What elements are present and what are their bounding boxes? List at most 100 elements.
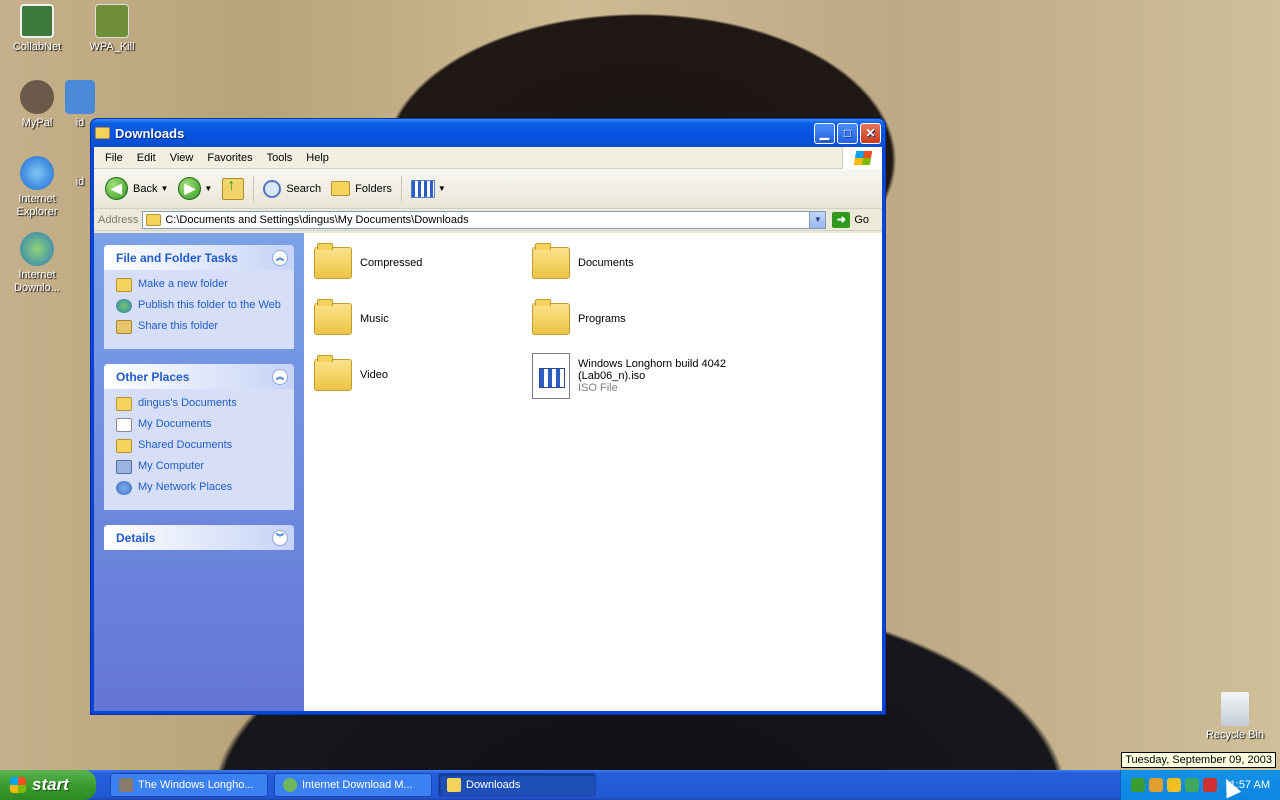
- forward-arrow-icon: ▶: [178, 177, 202, 200]
- task-label: Internet Download M...: [302, 779, 413, 791]
- menu-file[interactable]: File: [98, 152, 130, 164]
- desktop-icon-label: WPA_Kill: [89, 41, 135, 53]
- computer-icon: [65, 80, 95, 114]
- address-input[interactable]: C:\Documents and Settings\dingus\My Docu…: [142, 210, 827, 229]
- shield-tray-icon[interactable]: [1167, 778, 1181, 792]
- desktop-icon-label: Internet Explorer: [16, 193, 58, 218]
- taskbar-item-downloads[interactable]: Downloads: [438, 773, 596, 797]
- desktop-icon-label: id: [75, 176, 85, 188]
- views-dropdown-icon: ▼: [437, 184, 446, 193]
- toolbar-separator: [253, 175, 255, 202]
- address-dropdown-icon[interactable]: ▼: [809, 211, 826, 228]
- taskbar-item-internet-download[interactable]: Internet Download M...: [274, 773, 432, 797]
- window-title: Downloads: [115, 125, 185, 141]
- menu-favorites[interactable]: Favorites: [200, 152, 259, 164]
- menu-tools[interactable]: Tools: [260, 152, 300, 164]
- start-button[interactable]: start: [0, 770, 96, 800]
- file-name: Music: [360, 313, 389, 325]
- make-new-folder-link[interactable]: Make a new folder: [116, 278, 282, 292]
- menu-help[interactable]: Help: [299, 152, 336, 164]
- up-button[interactable]: [217, 177, 249, 200]
- shared-documents-link[interactable]: Shared Documents: [116, 439, 282, 453]
- file-item-programs[interactable]: Programs: [532, 299, 626, 335]
- windows-logo: [842, 146, 882, 169]
- folder-up-icon: [222, 177, 245, 200]
- link-label: My Documents: [138, 418, 212, 430]
- my-documents-link[interactable]: My Documents: [116, 418, 282, 432]
- file-item-longhorn-iso[interactable]: Windows Longhorn build 4042 (Lab06_n).is…: [532, 353, 728, 399]
- folder-icon: [532, 299, 570, 335]
- share-folder-icon: [116, 320, 132, 334]
- folder-icon: [447, 778, 461, 792]
- taskbar-item-windows-longhorn[interactable]: The Windows Longho...: [110, 773, 268, 797]
- close-icon: ✕: [865, 126, 876, 140]
- folder-icon: [314, 299, 352, 335]
- panel-header[interactable]: Details ︾: [104, 525, 294, 550]
- new-folder-icon: [116, 278, 132, 292]
- dingus-documents-link[interactable]: dingus's Documents: [116, 397, 282, 411]
- panel-header[interactable]: Other Places ︽: [104, 364, 294, 389]
- shared-folder-icon: [116, 439, 132, 453]
- folders-button[interactable]: Folders: [326, 181, 397, 196]
- back-label: Back: [133, 182, 158, 195]
- globe-download-icon: [20, 232, 54, 266]
- network-icon: [116, 481, 132, 495]
- desktop-icon-wpa-kill[interactable]: WPA_Kill: [75, 4, 149, 54]
- my-network-places-link[interactable]: My Network Places: [116, 481, 282, 495]
- windows-flag-icon: [10, 777, 26, 793]
- search-button[interactable]: Search: [258, 179, 326, 198]
- file-item-documents[interactable]: Documents: [532, 243, 634, 279]
- file-item-music[interactable]: Music: [314, 299, 389, 335]
- publish-folder-link[interactable]: Publish this folder to the Web: [116, 299, 282, 313]
- desktop-icon-collabnet[interactable]: CollabNet: [0, 4, 74, 54]
- desktop-icon-internet-download[interactable]: Internet Downlo...: [0, 232, 74, 295]
- folder-icon: [116, 397, 132, 411]
- download-tray-icon[interactable]: [1149, 778, 1163, 792]
- views-button[interactable]: ▼: [406, 179, 451, 198]
- minimize-icon: ▁: [819, 126, 830, 140]
- file-name: Compressed: [360, 257, 423, 269]
- collabnet-icon: [20, 4, 54, 38]
- maximize-button[interactable]: □: [837, 122, 858, 144]
- collapse-chevron-icon[interactable]: ︽: [272, 249, 288, 266]
- link-label: Share this folder: [138, 320, 219, 332]
- go-label: Go: [854, 213, 870, 226]
- panel-body: Make a new folder Publish this folder to…: [104, 270, 294, 349]
- minimize-button[interactable]: ▁: [814, 122, 835, 144]
- file-item-compressed[interactable]: Compressed: [314, 243, 423, 279]
- back-button[interactable]: ◀ Back ▼: [100, 177, 173, 200]
- forward-dropdown-icon[interactable]: ▼: [204, 184, 212, 193]
- share-folder-link[interactable]: Share this folder: [116, 320, 282, 334]
- file-item-video[interactable]: Video: [314, 355, 388, 391]
- window-body: File Edit View Favorites Tools Help ◀ Ba…: [94, 146, 882, 711]
- desktop-icon-label: id: [75, 117, 85, 129]
- toolbar-separator: [400, 175, 402, 202]
- other-places-panel: Other Places ︽ dingus's Documents My Doc…: [104, 364, 294, 510]
- globe-icon: [116, 299, 132, 313]
- close-button[interactable]: ✕: [860, 122, 881, 144]
- back-dropdown-icon[interactable]: ▼: [160, 184, 168, 193]
- folders-icon: [331, 181, 351, 196]
- link-label: My Network Places: [138, 481, 233, 493]
- go-button[interactable]: ➜ Go: [832, 211, 870, 228]
- antivirus-tray-icon[interactable]: [1203, 778, 1217, 792]
- desktop-icon-recycle-bin[interactable]: Recycle Bin: [1198, 692, 1272, 742]
- forward-button[interactable]: ▶ ▼: [173, 177, 217, 200]
- internet-explorer-icon: [20, 156, 54, 190]
- standard-toolbar: ◀ Back ▼ ▶ ▼ Search Folders: [94, 169, 882, 209]
- network-tray-icon[interactable]: [1131, 778, 1145, 792]
- file-name: Windows Longhorn build 4042 (Lab06_n).is…: [578, 358, 726, 382]
- desktop-icon-label: CollabNet: [12, 41, 62, 53]
- menu-bar: File Edit View Favorites Tools Help: [94, 146, 882, 169]
- file-name: Programs: [578, 313, 626, 325]
- expand-chevron-icon[interactable]: ︾: [272, 529, 288, 546]
- menu-view[interactable]: View: [163, 152, 201, 164]
- raccoon-icon: [20, 80, 54, 114]
- panel-title: Details: [116, 530, 156, 545]
- my-computer-link[interactable]: My Computer: [116, 460, 282, 474]
- panel-header[interactable]: File and Folder Tasks ︽: [104, 245, 294, 270]
- security-tray-icon[interactable]: [1185, 778, 1199, 792]
- collapse-chevron-icon[interactable]: ︽: [272, 368, 288, 385]
- title-bar[interactable]: Downloads ▁ □ ✕: [91, 119, 885, 147]
- menu-edit[interactable]: Edit: [130, 152, 163, 164]
